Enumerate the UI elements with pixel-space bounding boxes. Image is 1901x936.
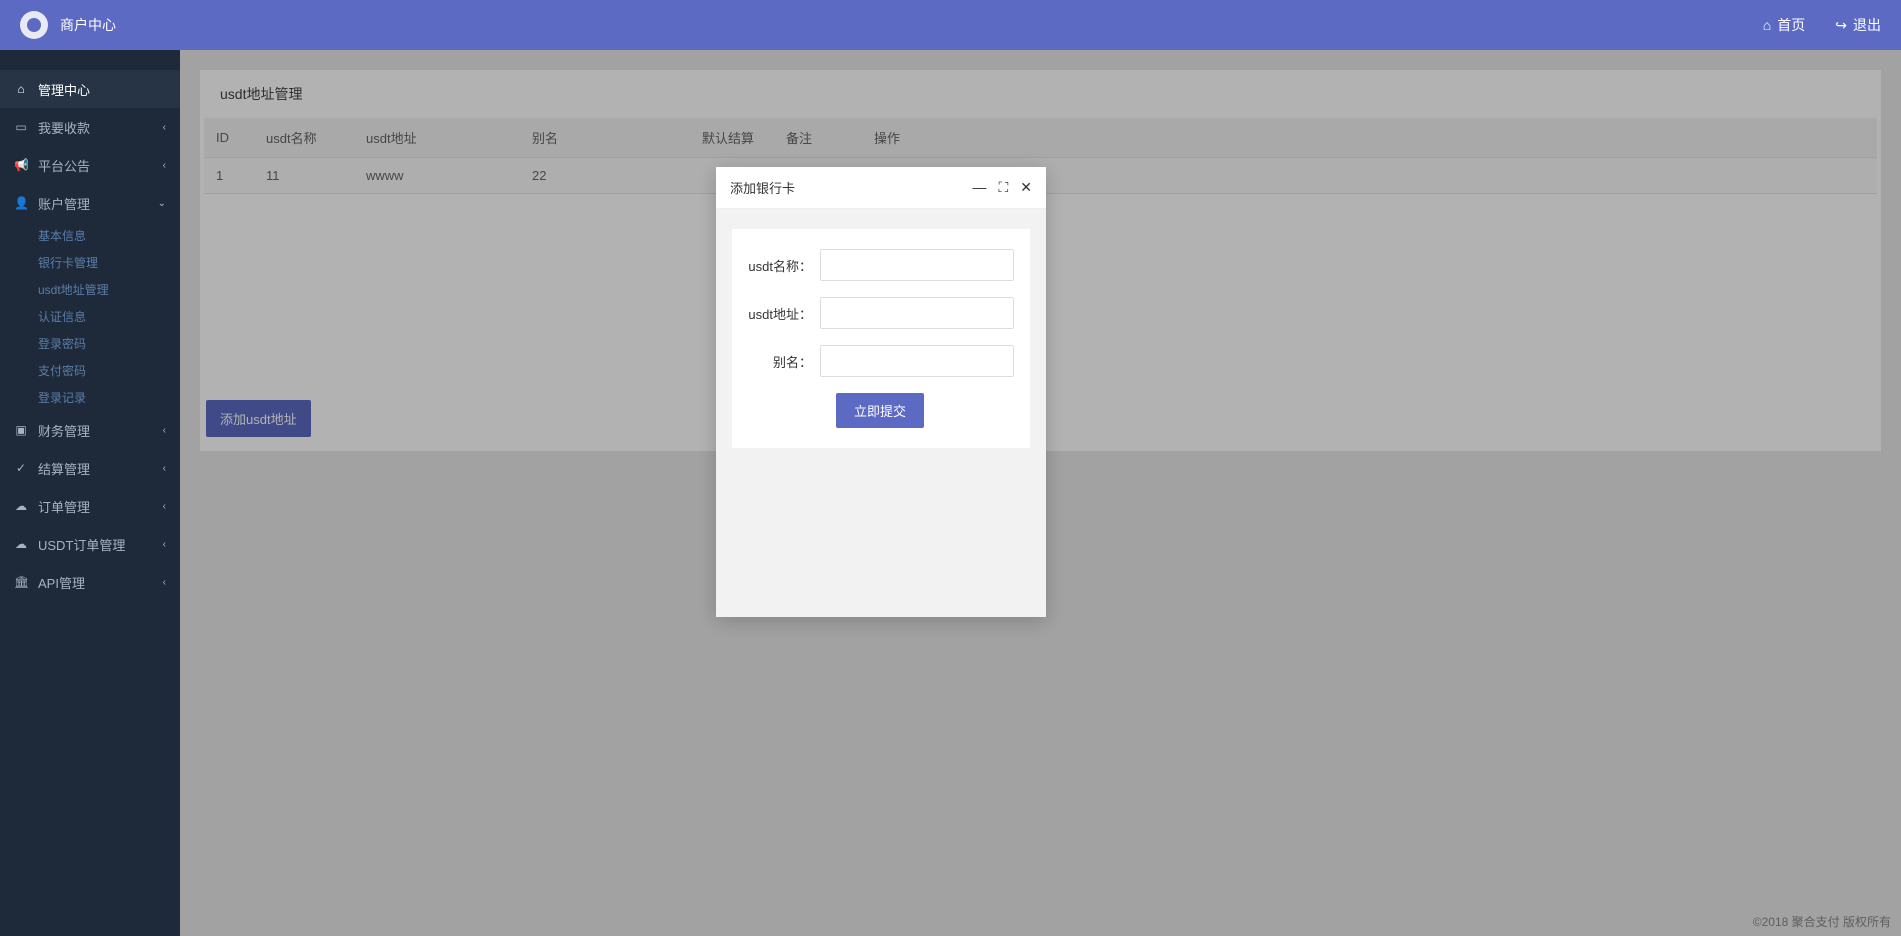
user-icon: 👤 [14,196,28,210]
logo-icon [20,11,48,39]
chevron-left-icon: ‹ [163,160,166,171]
logout-icon: ↪ [1835,17,1847,34]
sidebar: ⌂ 管理中心 ▭ 我要收款 ‹ 📢 平台公告 ‹ 👤 账户管理 ⌄ 基本信息 银行卡管理… [0,50,180,936]
sidebar-item-settle[interactable]: ✓ 结算管理 ‹ [0,449,180,487]
sidebar-label: USDT订单管理 [38,535,125,554]
chevron-left-icon: ‹ [163,539,166,550]
sidebar-label: 我要收款 [38,118,90,137]
addr-label: usdt地址： [748,304,820,323]
modal-controls: — ⛶ ✕ [972,179,1032,196]
chevron-down-icon: ⌄ [158,198,166,209]
home-icon: ⌂ [1763,17,1771,33]
cloud-icon: ☁ [14,537,28,551]
sidebar-sub-bankcard[interactable]: 银行卡管理 [0,249,180,276]
sidebar-sub-usdt[interactable]: usdt地址管理 [0,276,180,303]
sidebar-label: 平台公告 [38,156,90,175]
sidebar-item-dashboard[interactable]: ⌂ 管理中心 [0,70,180,108]
sidebar-sub-basic[interactable]: 基本信息 [0,222,180,249]
modal-body: usdt名称： usdt地址： 别名： 立即提交 [716,209,1046,468]
sidebar-item-finance[interactable]: ▣ 财务管理 ‹ [0,411,180,449]
add-bankcard-modal: 添加银行卡 — ⛶ ✕ usdt名称： usdt地址： 别名： 立即提交 [716,167,1046,617]
sidebar-item-order[interactable]: ☁ 订单管理 ‹ [0,487,180,525]
sidebar-sub-paypw[interactable]: 支付密码 [0,357,180,384]
chevron-left-icon: ‹ [163,501,166,512]
usdt-name-input[interactable] [820,249,1014,281]
sidebar-item-account[interactable]: 👤 账户管理 ⌄ [0,184,180,222]
credit-icon: ▭ [14,120,28,134]
chevron-left-icon: ‹ [163,463,166,474]
check-icon: ✓ [14,461,28,475]
speaker-icon: 📢 [14,158,28,172]
sidebar-sub-auth[interactable]: 认证信息 [0,303,180,330]
top-header: 商户中心 ⌂ 首页 ↪ 退出 [0,0,1901,50]
chevron-left-icon: ‹ [163,425,166,436]
nav-home-label: 首页 [1777,15,1805,35]
sidebar-label: 订单管理 [38,497,90,516]
chevron-left-icon: ‹ [163,122,166,133]
minimize-icon[interactable]: — [972,179,986,196]
submit-button[interactable]: 立即提交 [836,393,924,428]
sidebar-sub-loginlog[interactable]: 登录记录 [0,384,180,411]
sidebar-label: 账户管理 [38,194,90,213]
form-row-name: usdt名称： [748,249,1014,281]
sidebar-label: 财务管理 [38,421,90,440]
alias-input[interactable] [820,345,1014,377]
sidebar-label: 管理中心 [38,80,90,99]
form-panel: usdt名称： usdt地址： 别名： 立即提交 [732,229,1030,448]
cloud-icon: ☁ [14,499,28,513]
header-left: 商户中心 [20,11,116,39]
sidebar-label: 结算管理 [38,459,90,478]
home-icon: ⌂ [14,82,28,96]
maximize-icon[interactable]: ⛶ [998,179,1008,196]
form-row-addr: usdt地址： [748,297,1014,329]
nav-logout-link[interactable]: ↪ 退出 [1835,15,1881,35]
sidebar-item-notice[interactable]: 📢 平台公告 ‹ [0,146,180,184]
bank-icon: 🏛 [14,575,28,589]
name-label: usdt名称： [748,256,820,275]
close-icon[interactable]: ✕ [1020,179,1032,196]
sidebar-item-usdt-order[interactable]: ☁ USDT订单管理 ‹ [0,525,180,563]
chevron-left-icon: ‹ [163,577,166,588]
app-title: 商户中心 [60,15,116,35]
sidebar-sub-loginpw[interactable]: 登录密码 [0,330,180,357]
sidebar-label: API管理 [38,573,85,592]
alias-label: 别名： [748,352,820,371]
modal-title: 添加银行卡 [730,178,795,197]
sidebar-item-collect[interactable]: ▭ 我要收款 ‹ [0,108,180,146]
sidebar-item-api[interactable]: 🏛 API管理 ‹ [0,563,180,601]
money-icon: ▣ [14,423,28,437]
nav-home-link[interactable]: ⌂ 首页 [1763,15,1805,35]
nav-logout-label: 退出 [1853,15,1881,35]
form-row-alias: 别名： [748,345,1014,377]
header-right: ⌂ 首页 ↪ 退出 [1763,15,1881,35]
modal-header: 添加银行卡 — ⛶ ✕ [716,167,1046,209]
usdt-addr-input[interactable] [820,297,1014,329]
